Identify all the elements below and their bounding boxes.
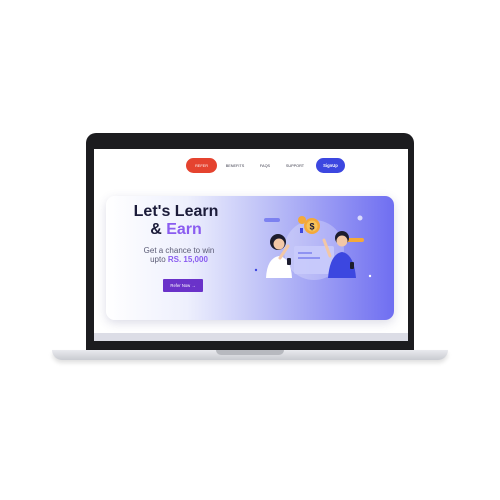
top-nav: REFER BENEFITS FAQS SUPPORT SignUp <box>94 157 408 177</box>
small-coin-icon <box>298 216 306 224</box>
hero-title-amp: & <box>150 221 167 238</box>
bar-icon <box>300 228 303 233</box>
woman-phone-icon <box>287 258 291 265</box>
nav-refer-button[interactable]: REFER <box>186 158 217 173</box>
bg-dot-icon <box>357 215 363 221</box>
hero-title-earn: Earn <box>166 221 202 238</box>
refer-now-button[interactable]: Refer Now → <box>163 279 203 292</box>
card-line-icon <box>298 252 312 254</box>
coin-dollar-text: $ <box>309 222 314 232</box>
laptop-notch <box>216 350 284 355</box>
hero-title-line1: Let's Learn <box>133 203 219 220</box>
card-line-icon <box>298 257 320 259</box>
woman-face-icon <box>273 238 285 250</box>
signup-button[interactable]: SignUp <box>316 158 345 173</box>
man-phone-icon <box>350 262 354 269</box>
screen-bottom-strip <box>94 333 408 341</box>
bg-dot-icon <box>254 268 258 272</box>
nav-support-link[interactable]: SUPPORT <box>284 158 306 173</box>
hero-title-line2: & Earn <box>126 221 226 239</box>
bg-dot-icon <box>368 274 372 278</box>
hero-subtitle-line1: Get a chance to win <box>143 246 215 255</box>
stage: REFER BENEFITS FAQS SUPPORT SignUp Let's… <box>0 0 500 500</box>
man-face-icon <box>336 235 348 247</box>
bg-chip-icon <box>264 218 280 222</box>
laptop-screen: REFER BENEFITS FAQS SUPPORT SignUp Let's… <box>94 149 408 341</box>
hero-card: Let's Learn & Earn Get a chance to win u… <box>106 196 394 320</box>
hero-illustration: $ <box>254 215 372 280</box>
hero-prize-amount: RS. 15,000 <box>167 255 208 264</box>
hero-subtitle-prefix: upto <box>150 255 168 264</box>
hero-subtitle-line2: upto RS. 15,000 <box>124 255 234 264</box>
nav-benefits-link[interactable]: BENEFITS <box>222 158 248 173</box>
hero-subtitle: Get a chance to win upto RS. 15,000 <box>124 246 234 264</box>
hero-title: Let's Learn & Earn <box>126 203 226 239</box>
nav-faqs-link[interactable]: FAQS <box>258 158 272 173</box>
